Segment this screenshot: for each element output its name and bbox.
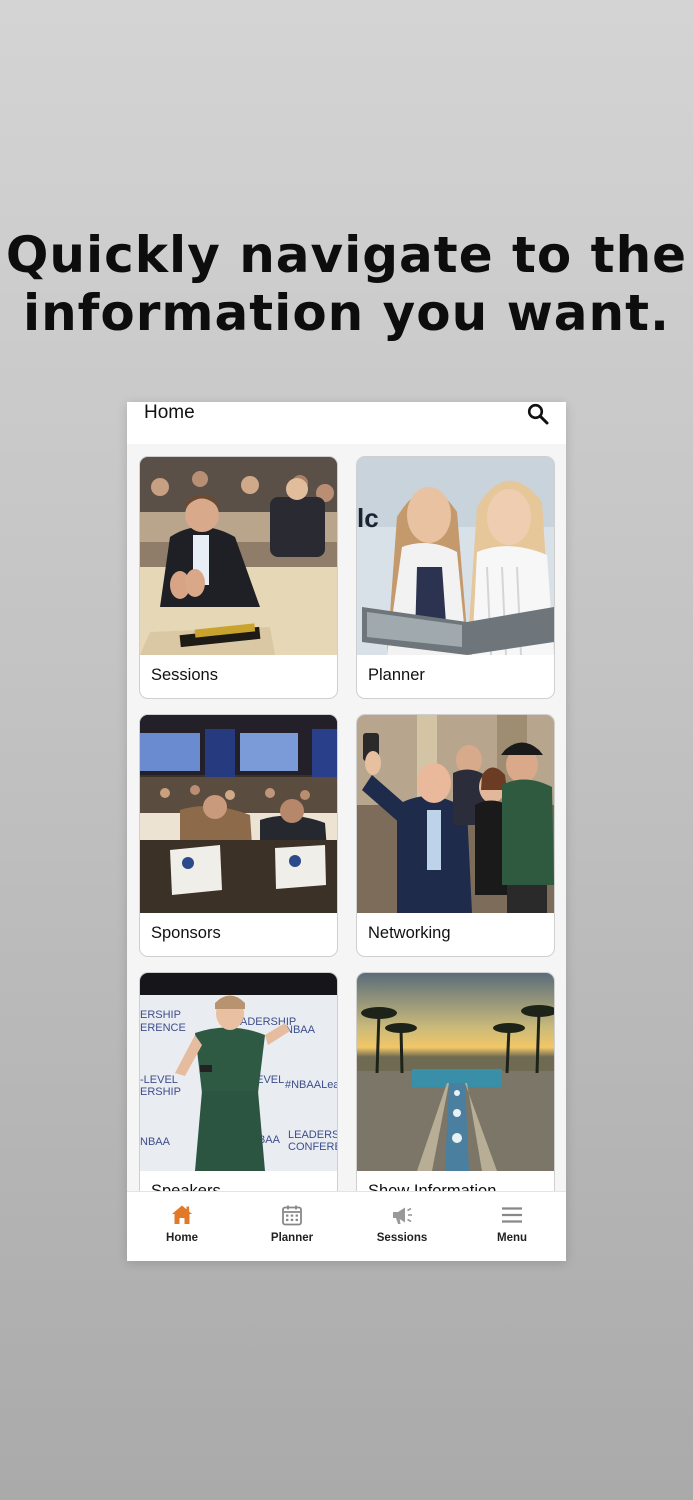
svg-text:NBAA: NBAA [285, 1024, 316, 1036]
tab-label: Menu [496, 1232, 528, 1244]
planner-photo: lc [357, 457, 554, 655]
app-header: Home [127, 402, 566, 444]
headline-line-2: information you want. [22, 284, 671, 342]
svg-text:lc: lc [357, 503, 379, 533]
tile-show-information[interactable]: Show Information [356, 972, 555, 1191]
app-screen: Home Sessions lc Planner Sponsors Networ… [127, 402, 566, 1261]
home-grid: Sessions lc Planner Sponsors Networking … [127, 444, 566, 1191]
home-icon [172, 1205, 192, 1224]
tab-home[interactable]: Home [127, 1192, 237, 1261]
tile-label: Planner [368, 666, 425, 684]
tab-planner[interactable]: Planner [237, 1192, 347, 1261]
svg-text:ERSHIP: ERSHIP [140, 1086, 181, 1098]
svg-text:ERENCE: ERENCE [140, 1022, 186, 1034]
calendar-icon [282, 1205, 302, 1226]
svg-text:LEADERSHIP: LEADERSHIP [288, 1129, 337, 1141]
tile-planner[interactable]: lc Planner [356, 456, 555, 699]
tab-label: Planner [270, 1232, 314, 1244]
sessions-photo [140, 457, 337, 655]
megaphone-icon [393, 1207, 412, 1224]
sponsors-photo [140, 715, 337, 913]
tab-label: Sessions [376, 1232, 428, 1244]
tile-label: Sponsors [151, 924, 221, 942]
tile-sessions[interactable]: Sessions [139, 456, 338, 699]
tab-bar: Home Planner Sessions Menu [127, 1191, 566, 1261]
svg-text:CONFERENCE: CONFERENCE [288, 1141, 337, 1153]
tab-menu[interactable]: Menu [457, 1192, 566, 1261]
tile-speakers[interactable]: ERSHIP ERENCE ADERSHIP NBAA -LEVEL ERSHIP L… [139, 972, 338, 1191]
tile-sponsors[interactable]: Sponsors [139, 714, 338, 957]
tile-networking[interactable]: Networking [356, 714, 555, 957]
tab-sessions[interactable]: Sessions [347, 1192, 457, 1261]
headline-line-1: Quickly navigate to the [5, 226, 688, 284]
tile-label: Speakers [151, 1182, 221, 1191]
search-icon[interactable] [526, 402, 550, 426]
tile-label: Networking [368, 924, 451, 942]
show-information-photo [357, 973, 554, 1171]
svg-text:-LEVEL: -LEVEL [140, 1074, 178, 1086]
tile-label: Sessions [151, 666, 218, 684]
marketing-headline: Quickly navigate to the information you … [0, 226, 693, 342]
menu-icon [502, 1207, 522, 1223]
page-title: Home [144, 402, 195, 423]
tab-label: Home [166, 1232, 198, 1244]
svg-text:NBAA: NBAA [140, 1136, 171, 1148]
svg-text:ERSHIP: ERSHIP [140, 1009, 181, 1021]
speakers-photo: ERSHIPERENCE ADERSHIPNBAA -LEVELERSHIP L… [140, 973, 337, 1171]
svg-text:#NBAALeaders: #NBAALeaders [285, 1079, 337, 1091]
tile-label: Show Information [368, 1182, 497, 1191]
networking-photo [357, 715, 554, 913]
